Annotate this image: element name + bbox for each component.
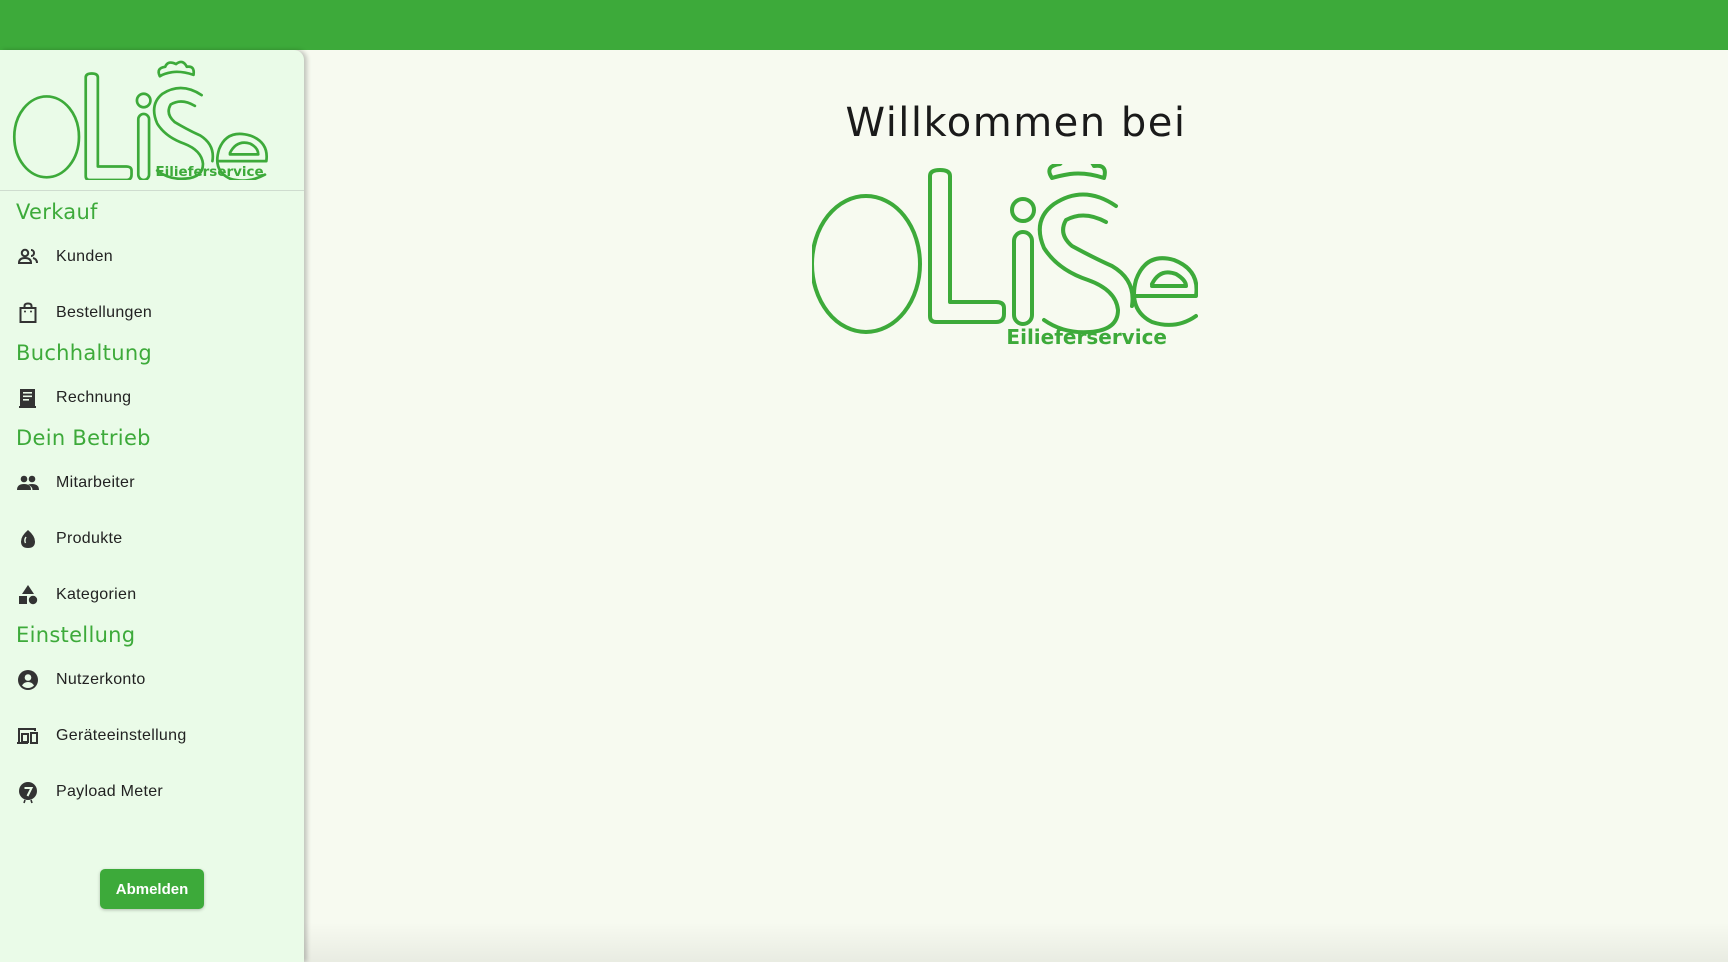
payload-meter-icon	[16, 780, 40, 804]
devices-icon	[16, 724, 40, 748]
sidebar-divider	[0, 190, 304, 191]
egg-icon	[16, 527, 40, 551]
sidebar-item-label: Bestellungen	[56, 304, 153, 321]
welcome-heading: Willkommen bei	[845, 100, 1187, 146]
people-icon	[16, 471, 40, 495]
sidebar-item-label: Geräteeinstellung	[56, 727, 187, 744]
sidebar-item-rechnung[interactable]: Rechnung	[0, 376, 304, 420]
sidebar-item-bestellungen[interactable]: Bestellungen	[0, 291, 304, 335]
sidebar-item-kategorien[interactable]: Kategorien	[0, 573, 304, 617]
section-buchhaltung: Buchhaltung	[16, 341, 153, 365]
logout-button[interactable]: Abmelden	[100, 869, 204, 909]
shopping-bag-icon	[16, 301, 40, 325]
sidebar-logo-subtitle: Eilieferservice	[155, 164, 263, 180]
sidebar-item-nutzerkonto[interactable]: Nutzerkonto	[0, 658, 304, 702]
customers-icon	[16, 245, 40, 269]
olise-logo: Eilieferservice	[12, 60, 269, 180]
sidebar-item-label: Mitarbeiter	[56, 474, 135, 491]
category-shapes-icon	[16, 583, 40, 607]
sidebar-item-mitarbeiter[interactable]: Mitarbeiter	[0, 461, 304, 505]
section-verkauf: Verkauf	[16, 200, 98, 224]
sidebar-item-label: Produkte	[56, 530, 123, 547]
top-app-bar	[0, 0, 1728, 50]
account-circle-icon	[16, 668, 40, 692]
sidebar-item-geraeteeinstellung[interactable]: Geräteeinstellung	[0, 714, 304, 758]
sidebar: Eilieferservice Verkauf Kunden Bestellun…	[0, 50, 304, 962]
sidebar-item-label: Kunden	[56, 248, 113, 265]
sidebar-item-produkte[interactable]: Produkte	[0, 517, 304, 561]
olise-main-logo: Eilieferservice	[812, 164, 1198, 348]
sidebar-item-label: Kategorien	[56, 586, 137, 603]
receipt-icon	[16, 386, 40, 410]
logo-subtitle: Eilieferservice	[1006, 325, 1167, 348]
section-dein-betrieb: Dein Betrieb	[16, 426, 151, 450]
sidebar-item-label: Rechnung	[56, 389, 132, 406]
section-einstellung: Einstellung	[16, 623, 136, 647]
sidebar-item-kunden[interactable]: Kunden	[0, 235, 304, 279]
sidebar-item-label: Payload Meter	[56, 783, 164, 800]
bottom-shadow	[304, 922, 1728, 962]
sidebar-item-payload-meter[interactable]: Payload Meter	[0, 770, 304, 814]
sidebar-item-label: Nutzerkonto	[56, 671, 146, 688]
